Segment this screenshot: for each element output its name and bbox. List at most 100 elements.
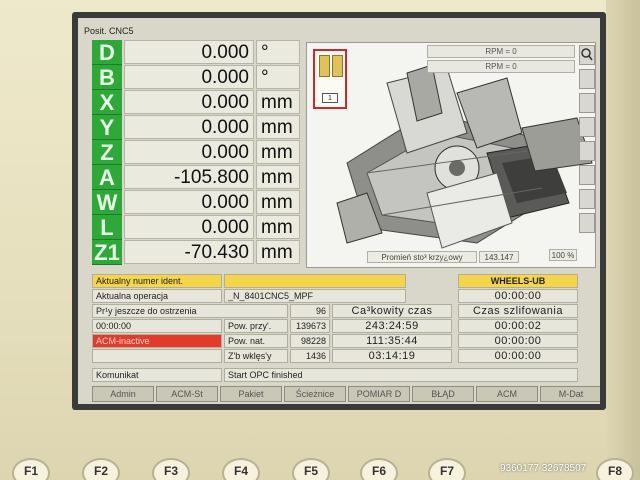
axis-row-w: W 0.000 mm [92, 190, 300, 215]
row-label: Pow. przy'. [224, 319, 288, 333]
current-op-value: _N_8401CNC5_MPF [224, 289, 406, 303]
axis-value: 0.000 [124, 65, 254, 89]
bezel-shadow [606, 0, 640, 480]
current-ident-label: Aktualny numer ident. [92, 274, 222, 288]
softkey-admin[interactable]: Admin [92, 386, 154, 402]
axis-value: 0.000 [124, 140, 254, 164]
hardware-key-f3[interactable]: F3 [152, 458, 190, 480]
row-count: 1436 [290, 349, 330, 363]
view-side-button[interactable] [579, 69, 595, 89]
cnc-screen: Posit. CNC5 D 0.000 ° B 0.000 ° X 0.000 … [72, 12, 606, 410]
time-field: 00:00:00 [92, 319, 222, 333]
rpm-readout: RPM = 0 [427, 45, 575, 58]
tool-magazine-indicator[interactable]: 1 [313, 49, 347, 109]
softkey-m-dat[interactable]: M-Dat [540, 386, 600, 402]
view-side-button[interactable] [579, 213, 595, 233]
softkey-acm-st[interactable]: ACM-St [156, 386, 218, 402]
axis-unit: mm [256, 115, 300, 139]
empty-cell [92, 349, 222, 363]
watermark-text: 9360177 32678507 [500, 463, 587, 474]
hardware-key-f6[interactable]: F6 [360, 458, 398, 480]
row-label: Pow. nat. [224, 334, 288, 348]
softkey-pomiar-d[interactable]: POMIAR D [348, 386, 410, 402]
axis-letter: A [92, 165, 122, 190]
axis-unit: mm [256, 140, 300, 164]
axis-unit: mm [256, 215, 300, 239]
softkey-pakiet[interactable]: Pakiet [220, 386, 282, 402]
axis-value: 0.000 [124, 90, 254, 114]
axis-letter: B [92, 65, 122, 90]
tool-slot-icon [319, 55, 330, 77]
hardware-key-f1[interactable]: F1 [12, 458, 50, 480]
axis-unit: mm [256, 240, 300, 264]
axis-unit: mm [256, 165, 300, 189]
axis-letter: L [92, 215, 122, 240]
row-count: 98228 [290, 334, 330, 348]
row-grind-time: 00:00:00 [458, 334, 578, 348]
current-op-label: Aktualna operacja [92, 289, 222, 303]
axis-letter: Y [92, 115, 122, 140]
row-label: Z'b wklęs'y [224, 349, 288, 363]
axis-unit: mm [256, 90, 300, 114]
wheels-time: 00:00:00 [458, 289, 578, 303]
axis-row-a: A -105.800 mm [92, 165, 300, 190]
axis-row-l: L 0.000 mm [92, 215, 300, 240]
machine-illustration [307, 43, 595, 267]
hardware-key-f4[interactable]: F4 [222, 458, 260, 480]
wheels-header: WHEELS-UB [458, 274, 578, 288]
remaining-label: Pr¹y jeszcze do ostrzenia [92, 304, 288, 318]
axis-value: 0.000 [124, 190, 254, 214]
view-side-button[interactable] [579, 165, 595, 185]
total-time-header: Ca³kowity czas [332, 304, 452, 318]
rpm-readout: RPM = 0 [427, 60, 575, 73]
view-side-button[interactable] [579, 141, 595, 161]
hardware-key-f8[interactable]: F8 [596, 458, 634, 480]
row-total-time: 111:35:44 [332, 334, 452, 348]
search-icon[interactable] [579, 45, 595, 65]
axis-row-z: Z 0.000 mm [92, 140, 300, 165]
tool-slot-icon [332, 55, 343, 77]
message-value: Start OPC finished [224, 368, 578, 382]
acm-status-alarm[interactable]: ACM-inactive [92, 334, 222, 348]
machine-view: 1 RPM = 0 RPM = 0 Promień sto³ krzy¿owy … [306, 42, 596, 268]
row-total-time: 243:24:59 [332, 319, 452, 333]
hardware-key-f5[interactable]: F5 [292, 458, 330, 480]
axis-value: -70.430 [124, 240, 254, 264]
softkey-blad[interactable]: BŁĄD [412, 386, 474, 402]
row-total-time: 03:14:19 [332, 349, 452, 363]
axis-value: 0.000 [124, 115, 254, 139]
axis-row-d: D 0.000 ° [92, 40, 300, 65]
message-label: Komunikat [92, 368, 222, 382]
row-grind-time: 00:00:00 [458, 349, 578, 363]
axis-value: -105.800 [124, 165, 254, 189]
row-count: 139673 [290, 319, 330, 333]
view-side-button[interactable] [579, 117, 595, 137]
softkey-sciernice[interactable]: Ścieżnice [284, 386, 346, 402]
window-title: Posit. CNC5 [84, 26, 134, 36]
axis-unit: ° [256, 40, 300, 64]
axis-row-z1: Z1 -70.430 mm [92, 240, 300, 265]
radius-label: Promień sto³ krzy¿owy [367, 251, 477, 263]
axis-letter: D [92, 40, 122, 65]
axis-unit: ° [256, 65, 300, 89]
current-ident-value [224, 274, 406, 288]
softkey-acm[interactable]: ACM [476, 386, 538, 402]
view-side-button[interactable] [579, 93, 595, 113]
axis-row-y: Y 0.000 mm [92, 115, 300, 140]
screen-content: Posit. CNC5 D 0.000 ° B 0.000 ° X 0.000 … [78, 18, 600, 404]
axis-letter: Z [92, 140, 122, 165]
axis-row-x: X 0.000 mm [92, 90, 300, 115]
axis-value: 0.000 [124, 40, 254, 64]
hardware-key-f2[interactable]: F2 [82, 458, 120, 480]
axis-position-panel: D 0.000 ° B 0.000 ° X 0.000 mm Y 0.000 m… [92, 40, 300, 272]
radius-value: 143.147 [479, 251, 519, 263]
grind-time-header: Czas szlifowania [458, 304, 578, 318]
axis-letter: Z1 [92, 240, 122, 265]
zoom-readout: 100 % [549, 249, 577, 261]
axis-letter: W [92, 190, 122, 215]
view-side-button[interactable] [579, 189, 595, 209]
hardware-key-f7[interactable]: F7 [428, 458, 466, 480]
remaining-value: 96 [290, 304, 330, 318]
row-grind-time: 00:00:02 [458, 319, 578, 333]
axis-unit: mm [256, 190, 300, 214]
